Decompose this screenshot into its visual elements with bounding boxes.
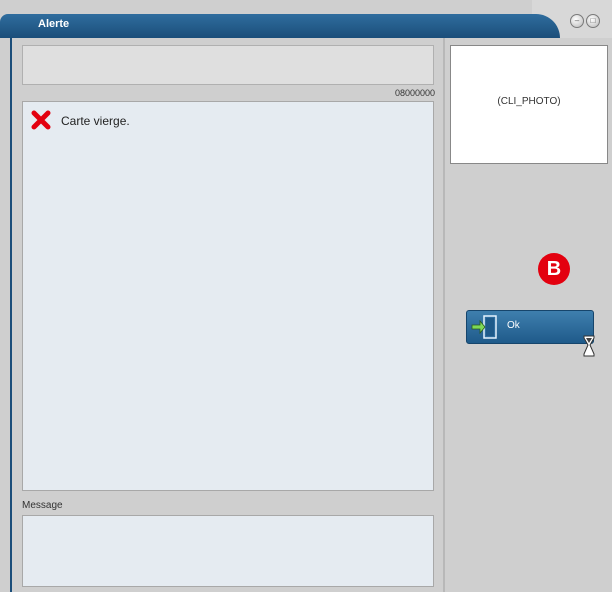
window-title: Alerte (38, 18, 70, 30)
titlebar[interactable] (0, 14, 560, 38)
client-photo: (CLI_PHOTO) (450, 45, 608, 164)
error-x-icon (31, 110, 51, 130)
ok-label: Ok (507, 320, 520, 331)
alert-window: Alerte – □ 08000000 Carte vierge. Messag… (0, 0, 612, 592)
alert-message-panel: Carte vierge. (22, 101, 434, 491)
alert-message-text: Carte vierge. (61, 114, 130, 128)
ok-button[interactable]: Ok (466, 310, 594, 344)
exit-door-icon (471, 315, 497, 339)
hourglass-icon (583, 335, 595, 357)
message-label: Message (22, 500, 63, 511)
maximize-icon[interactable]: □ (586, 14, 600, 28)
message-field[interactable] (22, 515, 434, 587)
header-field (22, 45, 434, 85)
divider (443, 38, 445, 592)
code-label: 08000000 (394, 88, 435, 98)
photo-placeholder: (CLI_PHOTO) (497, 96, 561, 107)
window-controls: – □ (570, 14, 600, 28)
status-badge: B (538, 253, 570, 285)
minimize-icon[interactable]: – (570, 14, 584, 28)
